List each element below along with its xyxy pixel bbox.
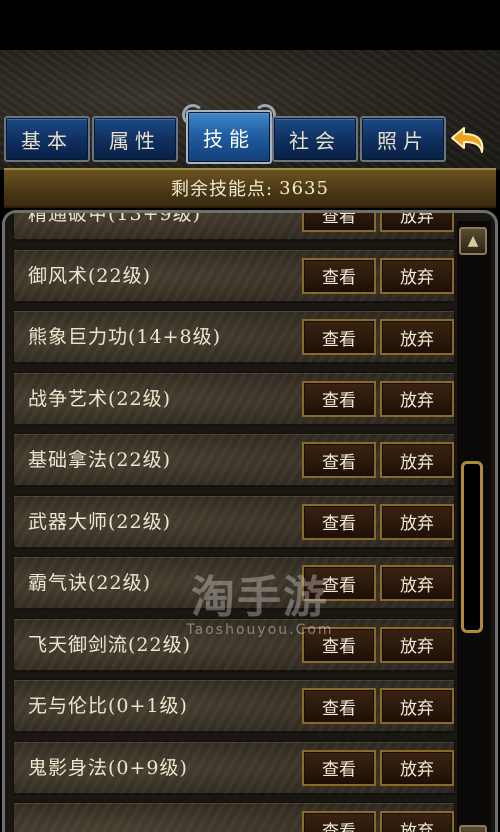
- skill-name: 熊象巨力功(14+8级): [28, 326, 222, 348]
- abandon-button[interactable]: 放弃: [380, 442, 454, 478]
- abandon-button[interactable]: 放弃: [380, 565, 454, 601]
- skill-name: 精通破甲(13+9级): [28, 210, 202, 225]
- tab-attributes[interactable]: 属性: [92, 116, 178, 162]
- view-button[interactable]: 查看: [302, 380, 376, 417]
- skill-row: 霸气诀(22级) 查看 放弃: [13, 556, 455, 610]
- skill-name: 御风术(22级): [28, 264, 152, 287]
- skill-list[interactable]: 精通破甲(13+9级) 查看 放弃 御风术(22级) 查看 放弃 熊象巨力功(14+8级) 查…: [2, 210, 498, 832]
- scroll-thumb[interactable]: [461, 461, 483, 633]
- skill-row: 鬼影身法(0+9级) 查看 放弃: [13, 740, 455, 795]
- tab-social[interactable]: 社会: [272, 116, 358, 162]
- skill-row: 战争艺术(22级) 查看 放弃: [13, 371, 455, 426]
- scroll-down-button[interactable]: ▼: [459, 825, 487, 832]
- skill-row: 无与伦比(0+1级) 查看 放弃: [13, 679, 455, 733]
- skill-row: 熊象巨力功(14+8级) 查看 放弃: [13, 310, 455, 364]
- back-button[interactable]: [448, 122, 492, 160]
- skill-row: 御风术(22级) 查看 放弃: [13, 248, 455, 303]
- skill-name: 无与伦比(0+1级): [28, 695, 188, 717]
- view-button[interactable]: 查看: [302, 257, 376, 294]
- back-arrow-icon: [451, 127, 484, 153]
- skill-points-label: 剩余技能点:: [171, 179, 274, 200]
- tab-basic[interactable]: 基本: [4, 116, 90, 162]
- abandon-button[interactable]: 放弃: [380, 688, 454, 724]
- tab-photos[interactable]: 照片: [360, 116, 446, 162]
- abandon-button[interactable]: 放弃: [380, 213, 454, 232]
- abandon-button[interactable]: 放弃: [380, 257, 454, 294]
- skill-points-bar: 剩余技能点: 3635: [4, 168, 496, 208]
- status-bar: [0, 0, 500, 50]
- skill-row: 武器大师(22级) 查看 放弃: [13, 494, 455, 549]
- skill-name: 武器大师(22级): [28, 510, 172, 533]
- skill-name: 霸气诀(22级): [28, 572, 152, 594]
- scrollbar[interactable]: ▲ ▼: [457, 221, 491, 832]
- skill-points-value: 3635: [279, 177, 329, 199]
- view-button[interactable]: 查看: [302, 626, 376, 663]
- skill-name: 飞天御剑流(22级): [28, 633, 192, 656]
- tab-skills[interactable]: 技能: [182, 104, 276, 164]
- skill-row: 基础拿法(22级) 查看 放弃: [13, 433, 455, 487]
- view-button[interactable]: 查看: [302, 319, 376, 355]
- view-button[interactable]: 查看: [302, 442, 376, 478]
- skill-row: 飞天御剑流(22级) 查看 放弃: [13, 617, 455, 672]
- view-button[interactable]: 查看: [302, 811, 376, 832]
- abandon-button[interactable]: 放弃: [380, 319, 454, 355]
- skill-row: 查看 放弃: [13, 802, 455, 832]
- skill-name: 基础拿法(22级): [28, 449, 172, 471]
- view-button[interactable]: 查看: [302, 213, 376, 232]
- view-button[interactable]: 查看: [302, 749, 376, 786]
- abandon-button[interactable]: 放弃: [380, 380, 454, 417]
- abandon-button[interactable]: 放弃: [380, 626, 454, 663]
- view-button[interactable]: 查看: [302, 503, 376, 540]
- view-button[interactable]: 查看: [302, 688, 376, 724]
- scroll-up-button[interactable]: ▲: [459, 227, 487, 255]
- chevron-up-icon: ▲: [467, 233, 479, 249]
- tab-bar: 基本 属性 技能 社会 照片: [4, 104, 500, 166]
- abandon-button[interactable]: 放弃: [380, 503, 454, 540]
- skill-name: 战争艺术(22级): [28, 387, 172, 410]
- skill-row: 精通破甲(13+9级) 查看 放弃: [13, 210, 455, 241]
- abandon-button[interactable]: 放弃: [380, 811, 454, 832]
- skill-name: 鬼影身法(0+9级): [28, 756, 188, 779]
- view-button[interactable]: 查看: [302, 565, 376, 601]
- abandon-button[interactable]: 放弃: [380, 749, 454, 786]
